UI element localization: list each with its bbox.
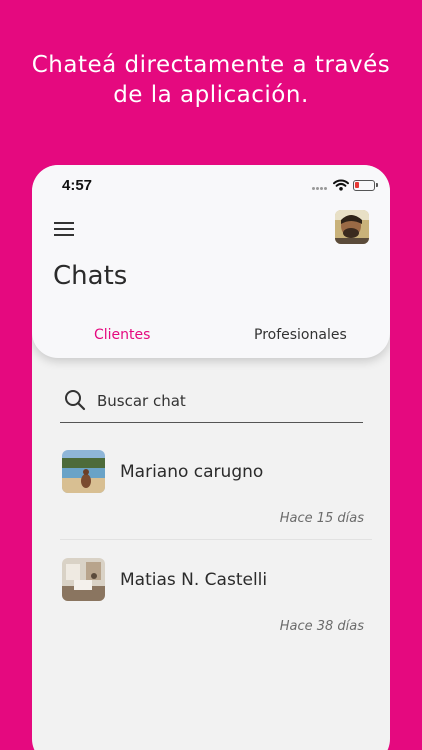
chat-list-item[interactable]: Mariano carugno Hace 15 días: [32, 448, 390, 552]
hamburger-menu-icon[interactable]: [54, 219, 76, 237]
chat-contact-name: Matias N. Castelli: [120, 570, 268, 590]
chat-divider: [60, 539, 372, 540]
tab-profesionales[interactable]: Profesionales: [254, 327, 347, 343]
search-icon: [65, 390, 86, 411]
avatar-photo: [335, 210, 369, 244]
status-bar: 4:57: [32, 165, 390, 205]
promo-text: Chateá directamente a través de la aplic…: [0, 50, 422, 110]
room-photo: [62, 558, 105, 601]
phone-screen: 4:57 Chats Clientes Profesionales Buscar…: [32, 165, 390, 750]
battery-level: [355, 182, 359, 188]
status-time: 4:57: [62, 177, 93, 194]
promo-line-1: Chateá directamente a través: [31, 52, 391, 78]
search-placeholder: Buscar chat: [97, 392, 186, 410]
search-chat-input[interactable]: Buscar chat: [60, 383, 363, 423]
chat-timestamp: Hace 38 días: [279, 619, 364, 634]
signal-dots-icon: [312, 187, 328, 191]
wifi-icon: [333, 179, 349, 191]
chat-avatar: [62, 558, 105, 601]
header-card: 4:57 Chats Clientes Profesionales: [32, 165, 390, 358]
battery-icon: [353, 180, 378, 191]
page-title: Chats: [53, 261, 128, 291]
chat-avatar: [62, 450, 105, 493]
promo-line-2: de la aplicación.: [113, 82, 309, 108]
chat-timestamp: Hace 15 días: [279, 511, 364, 526]
chat-contact-name: Mariano carugno: [120, 462, 264, 482]
chat-list-item[interactable]: Matias N. Castelli Hace 38 días: [32, 556, 390, 660]
tab-clientes[interactable]: Clientes: [94, 327, 150, 343]
user-avatar[interactable]: [335, 210, 369, 244]
beach-photo: [62, 450, 105, 493]
